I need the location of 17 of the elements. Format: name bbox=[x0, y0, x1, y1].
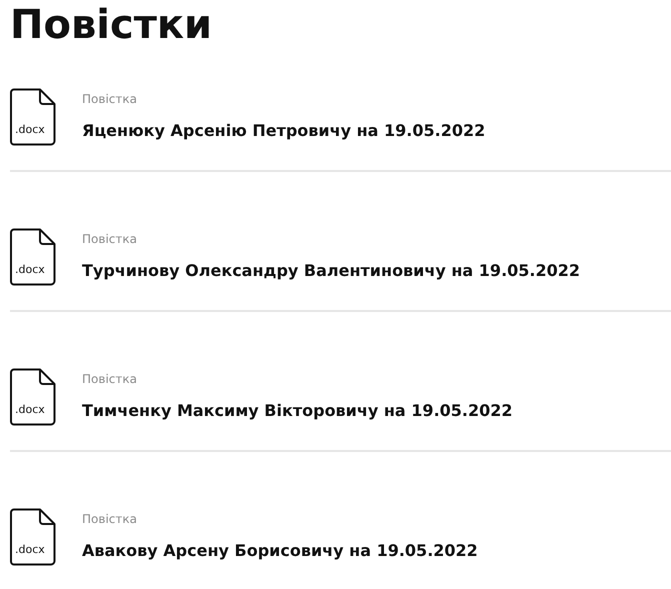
document-link[interactable]: Авакову Арсену Борисовичу на 19.05.2022 bbox=[82, 540, 478, 562]
document-category: Повістка bbox=[82, 91, 137, 107]
document-icon[interactable] bbox=[10, 368, 56, 426]
page-title: Повістки bbox=[10, 1, 212, 50]
file-extension-label: .docx bbox=[15, 544, 45, 556]
document-category: Повістка bbox=[82, 511, 137, 527]
document-link[interactable]: Тимченку Максиму Вікторовичу на 19.05.2022 bbox=[82, 400, 513, 422]
file-extension-label: .docx bbox=[15, 404, 45, 416]
document-icon[interactable] bbox=[10, 88, 56, 146]
document-link[interactable]: Яценюку Арсенію Петровичу на 19.05.2022 bbox=[82, 120, 486, 142]
file-extension-label: .docx bbox=[15, 124, 45, 136]
document-category: Повістка bbox=[82, 371, 137, 387]
document-link[interactable]: Турчинову Олександру Валентиновичу на 19.05.2022 bbox=[82, 260, 580, 282]
document-category: Повістка bbox=[82, 231, 137, 247]
document-icon[interactable] bbox=[10, 228, 56, 286]
document-icon[interactable] bbox=[10, 508, 56, 566]
file-extension-label: .docx bbox=[15, 264, 45, 276]
